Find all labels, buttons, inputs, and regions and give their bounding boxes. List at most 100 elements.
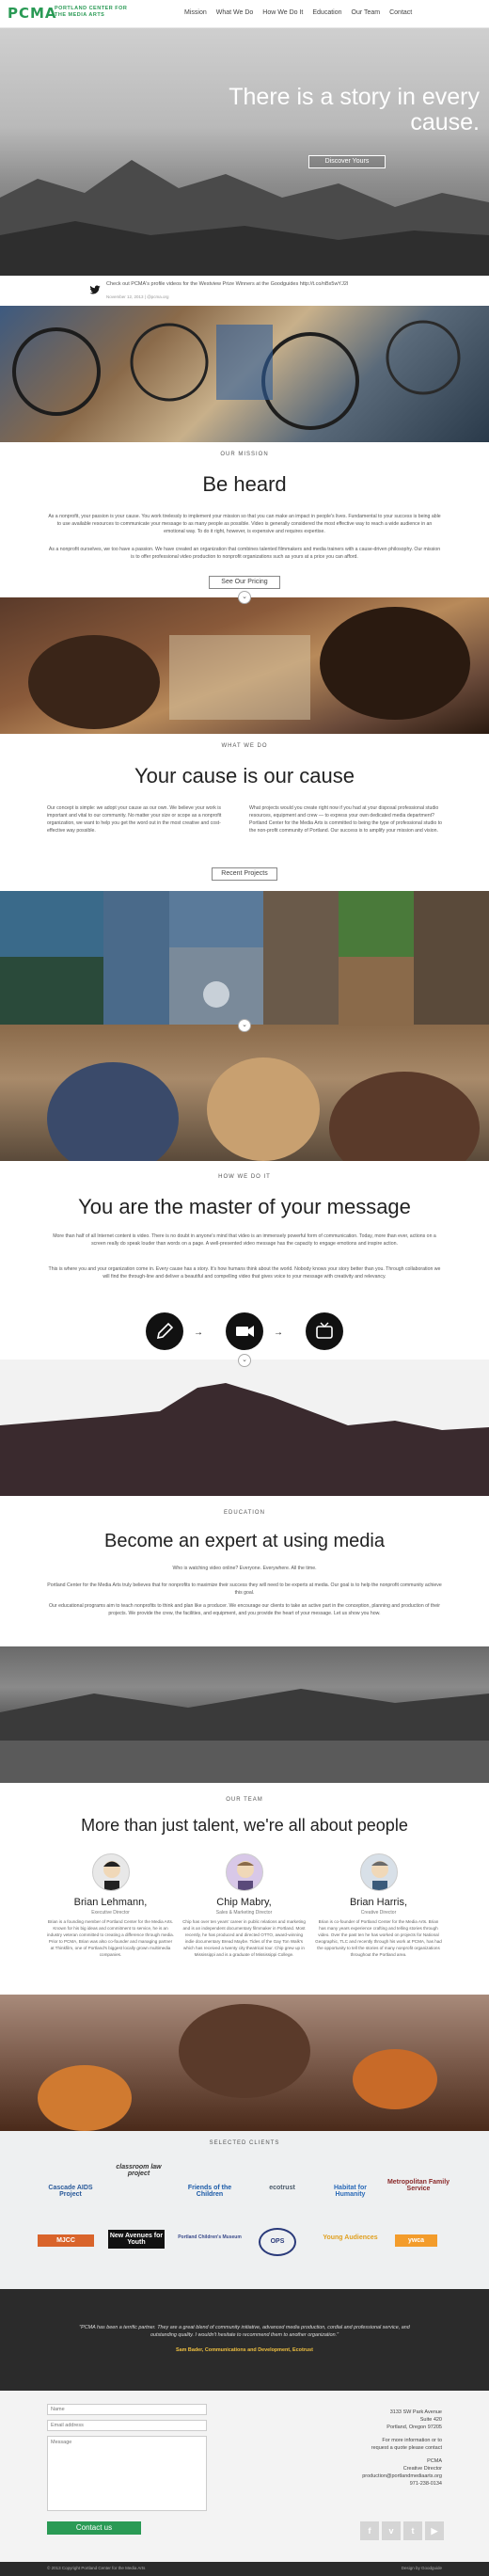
lake-photo: [0, 1689, 489, 1783]
member-role: Executive Director: [91, 1910, 130, 1916]
client-logo[interactable]: MJCC: [38, 2234, 94, 2247]
message-field[interactable]: [47, 2436, 207, 2511]
contact-info: 3133 SW Park Avenue Suite 420 Portland, …: [348, 2409, 442, 2488]
client-logo[interactable]: Habitat for Humanity: [320, 2185, 381, 2198]
client-logo[interactable]: Friends of the Children: [177, 2185, 243, 2198]
howwedoit-paragraph-1: More than half of all Internet content i…: [53, 1233, 436, 1247]
scroll-down-icon-3[interactable]: ⌄: [238, 1354, 251, 1367]
client-logo[interactable]: classroom law project: [108, 2164, 169, 2177]
education-paragraph-2: Our educational programs aim to teach no…: [48, 1603, 441, 1616]
name-field[interactable]: [47, 2404, 207, 2415]
see-pricing-button[interactable]: See Our Pricing: [209, 576, 280, 589]
pumpkins-photo: [38, 2004, 437, 2131]
member-role: Creative Director: [360, 1910, 397, 1916]
tweet-strip: Check out PCMA's profile videos for the …: [0, 276, 489, 306]
arrow-right-icon-2: →: [274, 1328, 283, 1338]
whatwedo-right-text: What projects would you create right now…: [249, 805, 443, 834]
nav-what-we-do[interactable]: What We Do: [216, 9, 254, 16]
email-field[interactable]: [47, 2420, 207, 2431]
vimeo-icon[interactable]: v: [382, 2521, 401, 2540]
client-logo[interactable]: ywca: [395, 2234, 437, 2247]
client-logo[interactable]: Cascade AIDS Project: [38, 2185, 103, 2198]
education-kicker: EDUCATION: [224, 1510, 265, 1516]
mission-kicker: OUR MISSION: [220, 452, 269, 457]
client-logo[interactable]: OPS: [259, 2228, 296, 2256]
member-bio: Chip has over ten years' career in publi…: [182, 1919, 306, 1957]
member-name: Chip Mabry,: [216, 1897, 272, 1908]
television-icon: [306, 1312, 343, 1350]
scroll-down-icon[interactable]: ⌄: [238, 591, 251, 604]
hero-headline: There is a story in every cause.: [229, 84, 480, 135]
mission-paragraph-2: As a nonprofit ourselves, we too have a …: [48, 547, 441, 560]
member-bio: Brian is a founding member of Portland C…: [47, 1919, 174, 1957]
contact-person: Creative Director: [402, 2466, 442, 2472]
client-logo[interactable]: Metropolitan Family Service: [386, 2179, 451, 2192]
twitter-icon[interactable]: t: [403, 2521, 422, 2540]
site-header: PCMA PORTLAND CENTER FOR THE MEDIA ARTS …: [0, 0, 489, 28]
avatar: [359, 1853, 398, 1891]
nav-how-we-do-it[interactable]: How We Do It: [262, 9, 303, 16]
clients-kicker: SELECTED CLIENTS: [209, 2140, 280, 2146]
member-role: Sales & Marketing Director: [215, 1910, 273, 1916]
project-grid: [0, 891, 489, 1025]
logo-text[interactable]: PORTLAND CENTER FOR THE MEDIA ARTS: [55, 6, 130, 19]
team-member-3: Brian Harris, Creative Director Brian is…: [315, 1853, 442, 1958]
project-thumbnails: [0, 891, 489, 1025]
whatwedo-title: Your cause is our cause: [134, 764, 355, 787]
tweet-date: November 12, 2013 | @pcma.org: [106, 294, 169, 299]
nav-contact[interactable]: Contact: [389, 9, 412, 16]
address-line: Suite 420: [419, 2417, 442, 2423]
whatwedo-left-text: Our concept is simple: we adopt your cau…: [47, 805, 222, 834]
photo-band-kids: [0, 597, 489, 734]
contact-org: PCMA: [427, 2458, 442, 2464]
contact-submit-button[interactable]: Contact us: [47, 2521, 141, 2535]
footer-credit[interactable]: Design by Goodguide: [376, 2566, 442, 2570]
info-label: For more information or to: [382, 2438, 442, 2443]
team-kicker: OUR TEAM: [226, 1797, 263, 1803]
hero-section: There is a story in every cause. Discove…: [0, 28, 489, 276]
nav-education[interactable]: Education: [312, 9, 341, 16]
contact-phone: 971-238-0134: [409, 2481, 442, 2487]
hero-mountain-image: [0, 160, 489, 276]
video-camera-icon: [226, 1312, 263, 1350]
client-logo[interactable]: ecotrust: [249, 2185, 315, 2191]
education-title: Become an expert at using media: [104, 1531, 385, 1551]
info-label: request a quote please contact: [371, 2445, 442, 2451]
mission-paragraph-1: As a nonprofit, your passion is your cau…: [48, 514, 441, 534]
client-logos: Cascade AIDS Project classroom law proje…: [38, 2164, 451, 2277]
mountain-silhouette: [0, 1383, 489, 1496]
youtube-icon[interactable]: ▶: [425, 2521, 444, 2540]
howwedoit-kicker: HOW WE DO IT: [218, 1174, 271, 1180]
tweet-text: Check out PCMA's profile videos for the …: [106, 281, 349, 287]
client-logo[interactable]: New Avenues for Youth: [108, 2230, 165, 2249]
audience-photo: [47, 1057, 480, 1161]
nav-mission[interactable]: Mission: [184, 9, 207, 16]
whatwedo-kicker: WHAT WE DO: [221, 743, 268, 749]
scroll-down-icon-2[interactable]: ⌄: [238, 1019, 251, 1032]
photo-band-audience: [0, 1025, 489, 1161]
kids-photo: [28, 607, 470, 729]
contact-email[interactable]: production@portlandmediaarts.org: [348, 2473, 442, 2480]
avatar: [225, 1853, 263, 1891]
pencil-icon: [146, 1312, 183, 1350]
howwedoit-paragraph-2: This is where you and your organization …: [48, 1266, 441, 1280]
logo-mark[interactable]: PCMA: [8, 5, 57, 22]
social-links: f v t ▶: [360, 2521, 444, 2540]
nav-our-team[interactable]: Our Team: [352, 9, 381, 16]
photo-band-mountain: [0, 1360, 489, 1496]
member-name: Brian Lehmann,: [73, 1897, 148, 1908]
howwedoit-title: You are the master of your message: [78, 1195, 411, 1218]
recent-projects-button[interactable]: Recent Projects: [212, 867, 277, 881]
mission-title: Be heard: [202, 472, 287, 496]
main-nav: Mission What We Do How We Do It Educatio…: [184, 9, 412, 16]
address-line: Portland, Oregon 97205: [386, 2425, 442, 2430]
discover-button[interactable]: Discover Yours: [308, 155, 386, 168]
photo-band-workshop: [0, 306, 489, 442]
client-logo[interactable]: Portland Children's Museum: [177, 2234, 243, 2240]
facebook-icon[interactable]: f: [360, 2521, 379, 2540]
footer-copyright: © 2013 Copyright Portland Center for the…: [47, 2566, 146, 2570]
twitter-icon[interactable]: [89, 284, 101, 295]
workshop-photo: [12, 320, 461, 430]
education-subtitle: Who is watching video online? Everyone. …: [172, 1566, 317, 1571]
client-logo[interactable]: Young Audiences: [320, 2234, 381, 2241]
